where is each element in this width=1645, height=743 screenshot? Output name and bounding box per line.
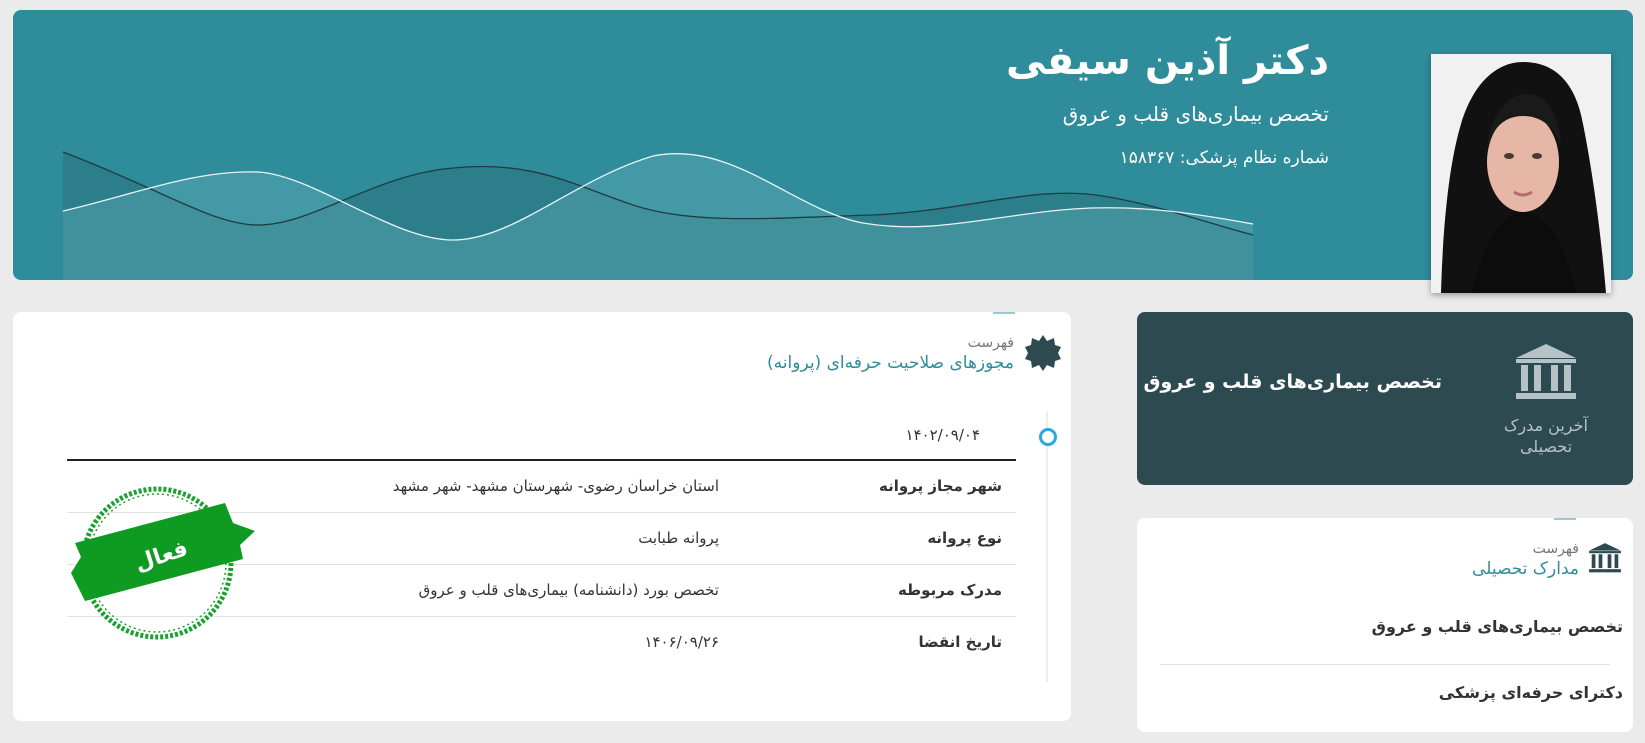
education-item-label: دکترای حرفه‌ای پزشکی — [1438, 683, 1623, 702]
license-row-label: مدرک مربوطه — [897, 581, 1002, 599]
timeline-dot — [1039, 428, 1057, 446]
license-row-value: تخصص بورد (دانشنامه) بیماری‌های قلب و عر… — [418, 581, 719, 599]
license-row-value: پروانه طبابت — [638, 529, 719, 547]
header-waves-decoration — [62, 151, 1254, 280]
institution-icon — [1589, 543, 1621, 573]
doctor-name: دکتر آذین سیفی — [1005, 38, 1329, 84]
active-status-stamp: فعال — [71, 486, 255, 640]
license-date: ۱۴۰۲/۰۹/۰۴ — [905, 426, 980, 444]
doctor-header: دکتر آذین سیفی تخصص بیماری‌های قلب و عرو… — [13, 10, 1633, 280]
timeline-line — [1046, 412, 1048, 682]
education-section-label: فهرست — [1532, 541, 1579, 557]
licenses-accent-line — [993, 312, 1015, 314]
latest-degree-caption: آخرین مدرک تحصیلی — [1504, 416, 1588, 456]
license-row-label: نوع پروانه — [927, 529, 1002, 547]
doctor-specialty: تخصص بیماری‌های قلب و عروق — [1062, 102, 1329, 126]
licenses-section-label: فهرست — [967, 335, 1014, 351]
education-section-title: مدارک تحصیلی — [1472, 559, 1579, 579]
badge-seal-icon — [1025, 335, 1061, 371]
education-accent-line — [1554, 518, 1576, 520]
license-row-label: تاریخ انقضا — [918, 633, 1002, 651]
education-item-label: تخصص بیماری‌های قلب و عروق — [1371, 617, 1623, 636]
institution-icon — [1516, 344, 1576, 399]
latest-degree-title: تخصص بیماری‌های قلب و عروق — [1143, 371, 1442, 393]
license-row-label: شهر مجاز پروانه — [879, 477, 1002, 495]
doctor-photo — [1431, 54, 1611, 293]
license-row-value: استان خراسان رضوی- شهرستان مشهد- شهر مشه… — [392, 477, 719, 495]
medical-license-number: شماره نظام پزشکی: ۱۵۸۳۶۷ — [1119, 148, 1329, 168]
licenses-section-title: مجوزهای صلاحیت حرفه‌ای (پروانه) — [767, 353, 1014, 373]
license-row-value: ۱۴۰۶/۰۹/۲۶ — [644, 633, 719, 651]
